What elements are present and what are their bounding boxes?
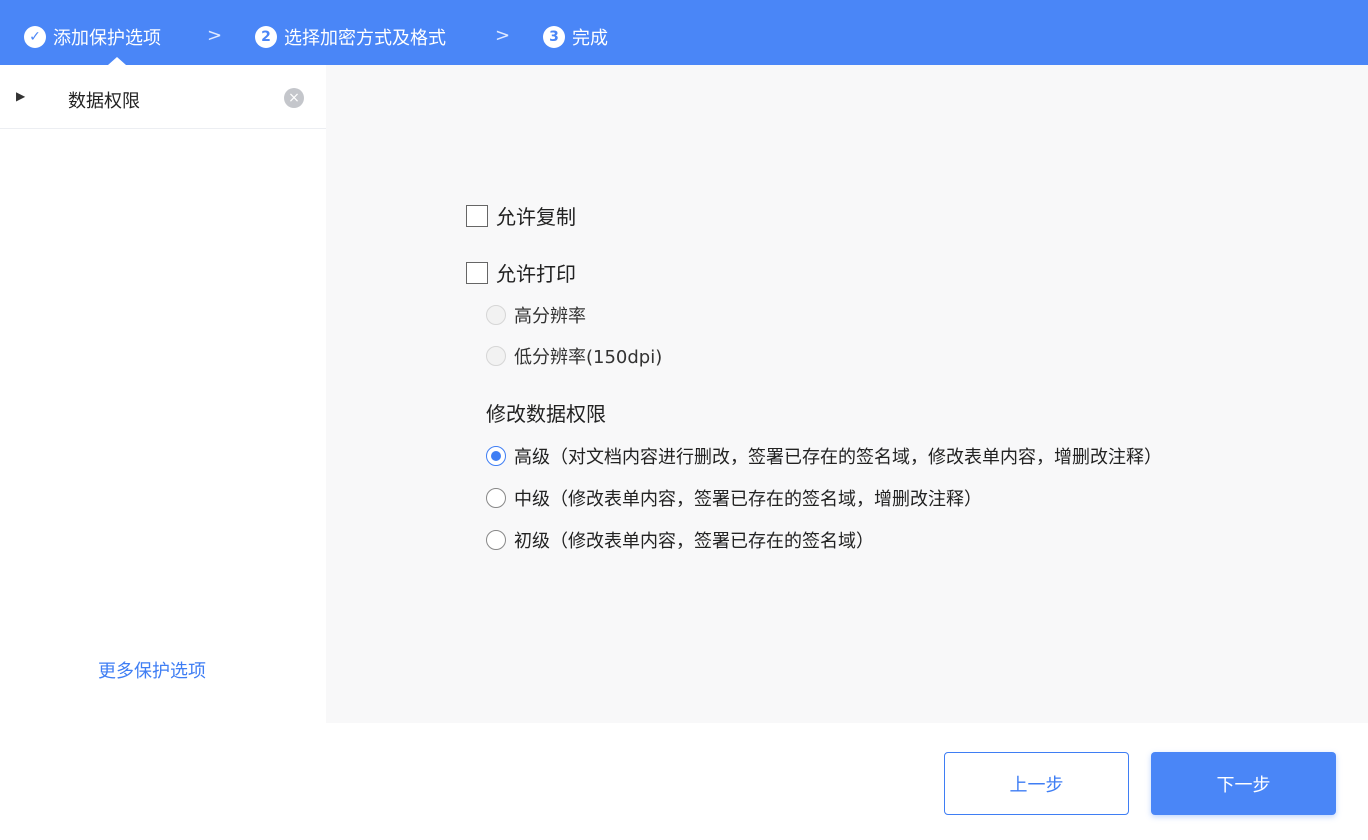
step-label: 完成 (572, 28, 608, 49)
sidebar-item-data-permission[interactable]: ▶ 数据权限 × (0, 65, 326, 129)
print-low-resolution-label: 低分辨率(150dpi) (514, 347, 663, 368)
next-step-button[interactable]: 下一步 (1151, 752, 1336, 815)
print-high-resolution-radio[interactable] (486, 305, 506, 325)
print-low-resolution-option[interactable]: 低分辨率(150dpi) (486, 343, 662, 369)
allow-copy-label: 允许复制 (496, 205, 576, 229)
print-high-resolution-label: 高分辨率 (514, 306, 586, 327)
modify-level-low-option[interactable]: 初级（修改表单内容，签署已存在的签名域） (486, 527, 874, 553)
footer: 上一步 下一步 (0, 723, 1368, 840)
more-protection-options-link[interactable]: 更多保护选项 (98, 657, 206, 683)
print-low-resolution-radio[interactable] (486, 346, 506, 366)
modify-level-medium-option[interactable]: 中级（修改表单内容，签署已存在的签名域，增删改注释） (486, 485, 982, 511)
active-step-pointer (108, 57, 126, 65)
step-number-icon: 3 (543, 26, 565, 48)
remove-icon[interactable]: × (284, 88, 304, 108)
previous-step-button[interactable]: 上一步 (944, 752, 1129, 815)
step-bar: ✓ 添加保护选项 > 2 选择加密方式及格式 > 3 完成 (0, 0, 1368, 65)
allow-print-option[interactable]: 允许打印 (466, 258, 576, 287)
modify-level-high-radio[interactable] (486, 446, 506, 466)
allow-copy-checkbox[interactable] (466, 204, 488, 227)
sidebar-item-label: 数据权限 (68, 91, 140, 112)
step-choose-encryption: 2 选择加密方式及格式 (255, 24, 446, 50)
modify-level-medium-label: 中级（修改表单内容，签署已存在的签名域，增删改注释） (514, 489, 982, 510)
allow-copy-option[interactable]: 允许复制 (466, 201, 576, 230)
sidebar: ▶ 数据权限 × 更多保护选项 (0, 65, 326, 723)
expand-arrow-icon[interactable]: ▶ (16, 89, 25, 103)
allow-print-checkbox[interactable] (466, 261, 488, 284)
chevron-right-icon: > (495, 25, 511, 46)
chevron-right-icon: > (207, 25, 223, 46)
step-label: 添加保护选项 (53, 28, 161, 49)
modify-permission-title: 修改数据权限 (486, 402, 606, 426)
allow-print-label: 允许打印 (496, 262, 576, 286)
print-high-resolution-option[interactable]: 高分辨率 (486, 302, 586, 328)
modify-level-low-label: 初级（修改表单内容，签署已存在的签名域） (514, 531, 874, 552)
modify-level-high-label: 高级（对文档内容进行删改，签署已存在的签名域，修改表单内容，增删改注释） (514, 447, 1162, 468)
modify-level-high-option[interactable]: 高级（对文档内容进行删改，签署已存在的签名域，修改表单内容，增删改注释） (486, 443, 1162, 469)
step-label: 选择加密方式及格式 (284, 28, 446, 49)
modify-level-low-radio[interactable] (486, 530, 506, 550)
step-finish: 3 完成 (543, 24, 608, 50)
options-panel: 允许复制 允许打印 高分辨率 低分辨率(150dpi) 修改数据权限 高级（对文… (326, 65, 1368, 723)
modify-level-medium-radio[interactable] (486, 488, 506, 508)
check-icon: ✓ (24, 26, 46, 48)
step-number-icon: 2 (255, 26, 277, 48)
step-add-protection: ✓ 添加保护选项 (24, 24, 161, 50)
